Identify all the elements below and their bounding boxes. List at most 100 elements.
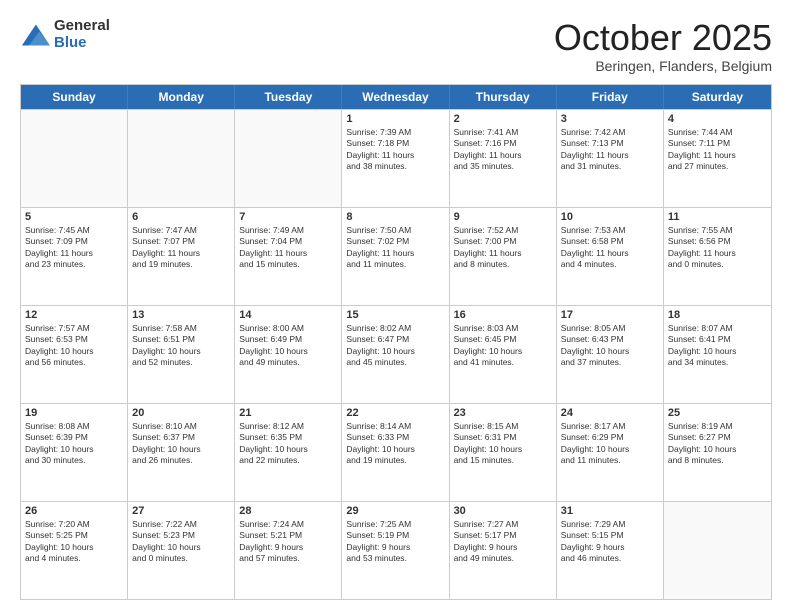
day-number-26: 26 (25, 505, 123, 517)
logo-blue-text: Blue (54, 35, 110, 52)
day-info-29: Sunrise: 7:25 AM Sunset: 5:19 PM Dayligh… (346, 519, 444, 565)
logo-icon (20, 21, 50, 49)
logo-general-text: General (54, 18, 110, 35)
title-block: October 2025 Beringen, Flanders, Belgium (554, 18, 772, 74)
day-info-15: Sunrise: 8:02 AM Sunset: 6:47 PM Dayligh… (346, 323, 444, 369)
day-number-12: 12 (25, 309, 123, 321)
day-info-13: Sunrise: 7:58 AM Sunset: 6:51 PM Dayligh… (132, 323, 230, 369)
day-cell-19: 19 Sunrise: 8:08 AM Sunset: 6:39 PM Dayli… (21, 404, 128, 501)
day-cell-24: 24Sunrise: 8:17 AM Sunset: 6:29 PM Dayli… (557, 404, 664, 501)
day-number-30: 30 (454, 505, 552, 517)
day-number-13: 13 (132, 309, 230, 321)
week-row-3: 12 Sunrise: 7:57 AM Sunset: 6:53 PM Dayli… (21, 305, 771, 403)
location-subtitle: Beringen, Flanders, Belgium (554, 58, 772, 74)
day-info-26: Sunrise: 7:20 AM Sunset: 5:25 PM Dayligh… (25, 519, 123, 565)
day-number-11: 11 (668, 211, 767, 223)
day-info-30: Sunrise: 7:27 AM Sunset: 5:17 PM Dayligh… (454, 519, 552, 565)
day-number-22: 22 (346, 407, 444, 419)
day-info-22: Sunrise: 8:14 AM Sunset: 6:33 PM Dayligh… (346, 421, 444, 467)
day-info-3: Sunrise: 7:42 AM Sunset: 7:13 PM Dayligh… (561, 127, 659, 173)
week-row-2: 5Sunrise: 7:45 AM Sunset: 7:09 PM Daylig… (21, 207, 771, 305)
day-cell-30: 30 Sunrise: 7:27 AM Sunset: 5:17 PM Dayli… (450, 502, 557, 599)
day-number-24: 24 (561, 407, 659, 419)
calendar: Sunday Monday Tuesday Wednesday Thursday… (20, 84, 772, 600)
day-number-4: 4 (668, 113, 767, 125)
day-cell-4: 4 Sunrise: 7:44 AM Sunset: 7:11 PM Daylig… (664, 110, 771, 207)
empty-cell-w4-d6 (664, 502, 771, 599)
day-info-7: Sunrise: 7:49 AM Sunset: 7:04 PM Dayligh… (239, 225, 337, 271)
day-cell-22: 22 Sunrise: 8:14 AM Sunset: 6:33 PM Dayli… (342, 404, 449, 501)
day-cell-17: 17 Sunrise: 8:05 AM Sunset: 6:43 PM Dayli… (557, 306, 664, 403)
header: General Blue October 2025 Beringen, Flan… (20, 18, 772, 74)
day-number-21: 21 (239, 407, 337, 419)
day-cell-7: 7 Sunrise: 7:49 AM Sunset: 7:04 PM Daylig… (235, 208, 342, 305)
col-friday: Friday (557, 85, 664, 109)
day-info-28: Sunrise: 7:24 AM Sunset: 5:21 PM Dayligh… (239, 519, 337, 565)
day-number-23: 23 (454, 407, 552, 419)
day-cell-13: 13 Sunrise: 7:58 AM Sunset: 6:51 PM Dayli… (128, 306, 235, 403)
day-cell-1: 1Sunrise: 7:39 AM Sunset: 7:18 PM Daylig… (342, 110, 449, 207)
day-cell-14: 14 Sunrise: 8:00 AM Sunset: 6:49 PM Dayli… (235, 306, 342, 403)
day-info-10: Sunrise: 7:53 AM Sunset: 6:58 PM Dayligh… (561, 225, 659, 271)
empty-cell-w0-d0 (21, 110, 128, 207)
day-number-16: 16 (454, 309, 552, 321)
day-number-19: 19 (25, 407, 123, 419)
day-info-6: Sunrise: 7:47 AM Sunset: 7:07 PM Dayligh… (132, 225, 230, 271)
day-info-18: Sunrise: 8:07 AM Sunset: 6:41 PM Dayligh… (668, 323, 767, 369)
day-cell-21: 21 Sunrise: 8:12 AM Sunset: 6:35 PM Dayli… (235, 404, 342, 501)
day-number-27: 27 (132, 505, 230, 517)
day-info-31: Sunrise: 7:29 AM Sunset: 5:15 PM Dayligh… (561, 519, 659, 565)
day-cell-29: 29 Sunrise: 7:25 AM Sunset: 5:19 PM Dayli… (342, 502, 449, 599)
empty-cell-w0-d1 (128, 110, 235, 207)
col-sunday: Sunday (21, 85, 128, 109)
day-number-8: 8 (346, 211, 444, 223)
day-cell-28: 28Sunrise: 7:24 AM Sunset: 5:21 PM Dayli… (235, 502, 342, 599)
logo: General Blue (20, 18, 110, 51)
day-number-1: 1 (346, 113, 444, 125)
day-info-4: Sunrise: 7:44 AM Sunset: 7:11 PM Dayligh… (668, 127, 767, 173)
day-number-18: 18 (668, 309, 767, 321)
day-info-21: Sunrise: 8:12 AM Sunset: 6:35 PM Dayligh… (239, 421, 337, 467)
logo-text: General Blue (54, 18, 110, 51)
day-number-7: 7 (239, 211, 337, 223)
day-cell-16: 16 Sunrise: 8:03 AM Sunset: 6:45 PM Dayli… (450, 306, 557, 403)
day-info-27: Sunrise: 7:22 AM Sunset: 5:23 PM Dayligh… (132, 519, 230, 565)
day-cell-27: 27 Sunrise: 7:22 AM Sunset: 5:23 PM Dayli… (128, 502, 235, 599)
day-cell-23: 23 Sunrise: 8:15 AM Sunset: 6:31 PM Dayli… (450, 404, 557, 501)
month-title: October 2025 (554, 18, 772, 58)
day-number-31: 31 (561, 505, 659, 517)
day-cell-18: 18 Sunrise: 8:07 AM Sunset: 6:41 PM Dayli… (664, 306, 771, 403)
day-number-14: 14 (239, 309, 337, 321)
day-number-6: 6 (132, 211, 230, 223)
day-info-9: Sunrise: 7:52 AM Sunset: 7:00 PM Dayligh… (454, 225, 552, 271)
day-number-9: 9 (454, 211, 552, 223)
day-info-17: Sunrise: 8:05 AM Sunset: 6:43 PM Dayligh… (561, 323, 659, 369)
day-number-20: 20 (132, 407, 230, 419)
day-cell-26: 26 Sunrise: 7:20 AM Sunset: 5:25 PM Dayli… (21, 502, 128, 599)
day-number-3: 3 (561, 113, 659, 125)
day-cell-11: 11 Sunrise: 7:55 AM Sunset: 6:56 PM Dayli… (664, 208, 771, 305)
day-info-14: Sunrise: 8:00 AM Sunset: 6:49 PM Dayligh… (239, 323, 337, 369)
page: General Blue October 2025 Beringen, Flan… (0, 0, 792, 612)
day-info-11: Sunrise: 7:55 AM Sunset: 6:56 PM Dayligh… (668, 225, 767, 271)
day-cell-8: 8Sunrise: 7:50 AM Sunset: 7:02 PM Daylig… (342, 208, 449, 305)
day-info-23: Sunrise: 8:15 AM Sunset: 6:31 PM Dayligh… (454, 421, 552, 467)
day-number-25: 25 (668, 407, 767, 419)
day-number-29: 29 (346, 505, 444, 517)
day-cell-5: 5Sunrise: 7:45 AM Sunset: 7:09 PM Daylig… (21, 208, 128, 305)
day-cell-15: 15Sunrise: 8:02 AM Sunset: 6:47 PM Dayli… (342, 306, 449, 403)
day-number-17: 17 (561, 309, 659, 321)
day-cell-10: 10Sunrise: 7:53 AM Sunset: 6:58 PM Dayli… (557, 208, 664, 305)
day-info-16: Sunrise: 8:03 AM Sunset: 6:45 PM Dayligh… (454, 323, 552, 369)
day-info-12: Sunrise: 7:57 AM Sunset: 6:53 PM Dayligh… (25, 323, 123, 369)
col-thursday: Thursday (450, 85, 557, 109)
day-cell-3: 3 Sunrise: 7:42 AM Sunset: 7:13 PM Daylig… (557, 110, 664, 207)
calendar-body: 1Sunrise: 7:39 AM Sunset: 7:18 PM Daylig… (21, 109, 771, 599)
week-row-5: 26 Sunrise: 7:20 AM Sunset: 5:25 PM Dayli… (21, 501, 771, 599)
day-number-5: 5 (25, 211, 123, 223)
day-cell-25: 25Sunrise: 8:19 AM Sunset: 6:27 PM Dayli… (664, 404, 771, 501)
day-info-19: Sunrise: 8:08 AM Sunset: 6:39 PM Dayligh… (25, 421, 123, 467)
week-row-1: 1Sunrise: 7:39 AM Sunset: 7:18 PM Daylig… (21, 109, 771, 207)
day-cell-2: 2Sunrise: 7:41 AM Sunset: 7:16 PM Daylig… (450, 110, 557, 207)
day-cell-6: 6 Sunrise: 7:47 AM Sunset: 7:07 PM Daylig… (128, 208, 235, 305)
